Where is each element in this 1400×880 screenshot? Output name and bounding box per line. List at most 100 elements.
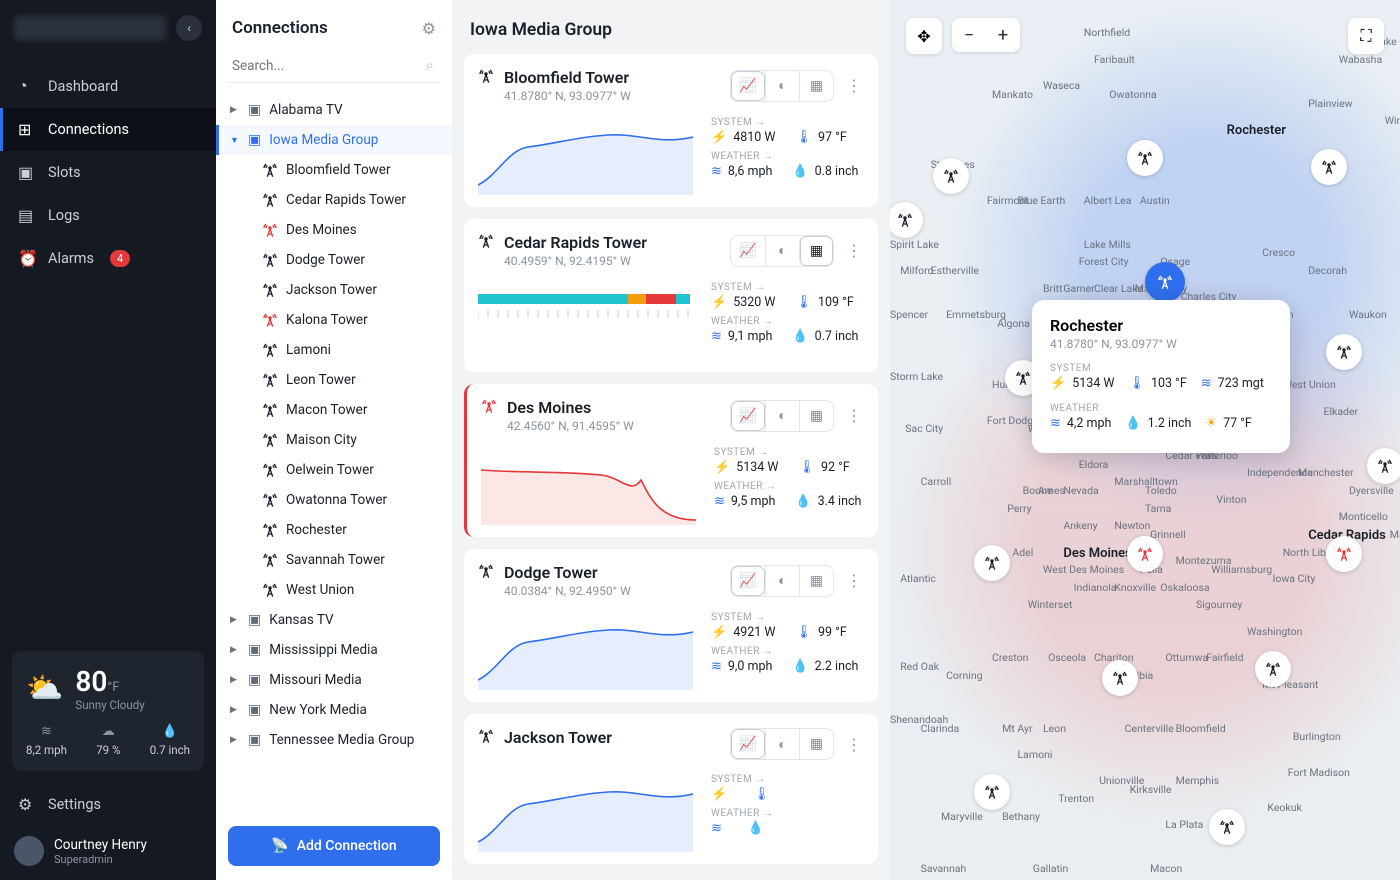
- map-pin[interactable]: [1127, 140, 1163, 176]
- view-line-button[interactable]: 📈: [731, 71, 765, 101]
- map-pin[interactable]: [1127, 536, 1163, 572]
- map-pin[interactable]: [1209, 809, 1245, 845]
- tower-row[interactable]: Des Moines: [216, 215, 452, 245]
- card-more-button[interactable]: ⋮: [844, 571, 864, 590]
- tower-name: Leon Tower: [286, 372, 356, 388]
- tower-row[interactable]: West Union: [216, 575, 452, 605]
- group-row[interactable]: ▶▣New York Media: [216, 695, 452, 725]
- map-city-label: Winterset: [1028, 598, 1073, 611]
- view-bar-button[interactable]: ▦: [799, 729, 833, 759]
- view-bar-button[interactable]: ▦: [799, 566, 833, 596]
- rain-icon: 💧: [792, 659, 808, 674]
- map-pin[interactable]: [974, 545, 1010, 581]
- tower-icon: [1137, 150, 1153, 166]
- tower-row[interactable]: Owatonna Tower: [216, 485, 452, 515]
- map-pin[interactable]: [1102, 660, 1138, 696]
- filter-icon[interactable]: ⚙: [422, 19, 436, 38]
- tower-icon: [262, 492, 278, 508]
- tower-row[interactable]: Oelwein Tower: [216, 455, 452, 485]
- nav-label: Logs: [48, 207, 80, 224]
- view-bar-button[interactable]: ▦: [799, 401, 833, 431]
- sidebar-item-alarms[interactable]: ⏰Alarms4: [0, 237, 216, 280]
- card-chart: [478, 115, 693, 195]
- map-city-label: Bethany: [1002, 810, 1040, 823]
- group-row[interactable]: ▶▣Mississippi Media: [216, 635, 452, 665]
- view-bar-button[interactable]: ▦: [799, 71, 833, 101]
- group-name: Kansas TV: [269, 612, 333, 628]
- add-connection-button[interactable]: 📡 Add Connection: [228, 826, 440, 866]
- tower-row[interactable]: Bloomfield Tower: [216, 155, 452, 185]
- card-more-button[interactable]: ⋮: [844, 241, 864, 260]
- view-gauge-button[interactable]: ◐: [765, 401, 799, 431]
- rain-icon: 💧: [792, 164, 808, 179]
- map-pan-control[interactable]: ✥: [906, 18, 942, 54]
- tower-row[interactable]: Kalona Tower: [216, 305, 452, 335]
- group-name: Iowa Media Group: [269, 132, 378, 148]
- map-pin[interactable]: [1145, 262, 1185, 302]
- zoom-out-button[interactable]: −: [952, 18, 986, 52]
- group-row[interactable]: ▶▣Missouri Media: [216, 665, 452, 695]
- group-row[interactable]: ▶▣Tennessee Media Group: [216, 725, 452, 755]
- view-bar-button[interactable]: ▦: [799, 236, 833, 266]
- map-fullscreen-button[interactable]: ⛶: [1348, 18, 1384, 54]
- sidebar-item-settings[interactable]: ⚙ Settings: [0, 783, 216, 826]
- view-gauge-button[interactable]: ◐: [765, 566, 799, 596]
- map-pin[interactable]: [1367, 448, 1400, 484]
- card-more-button[interactable]: ⋮: [844, 735, 864, 754]
- tower-row[interactable]: Dodge Tower: [216, 245, 452, 275]
- view-line-button[interactable]: 📈: [731, 236, 765, 266]
- collapse-sidebar-button[interactable]: ‹: [176, 15, 202, 41]
- map-pin[interactable]: [1326, 536, 1362, 572]
- tower-row[interactable]: Lamoni: [216, 335, 452, 365]
- tower-row[interactable]: Maison City: [216, 425, 452, 455]
- card-more-button[interactable]: ⋮: [844, 76, 864, 95]
- tower-row[interactable]: Leon Tower: [216, 365, 452, 395]
- signal-icon: ≋: [1201, 376, 1212, 391]
- sidebar-item-connections[interactable]: ⊞Connections: [0, 108, 216, 151]
- map-city-label: Forest City: [1079, 255, 1129, 268]
- map-city-label: Maquoketa: [1390, 528, 1400, 541]
- sidebar-item-slots[interactable]: ▣Slots: [0, 151, 216, 194]
- map-pin[interactable]: [1311, 149, 1347, 185]
- map-pin[interactable]: [1326, 334, 1362, 370]
- map-city-label: Sigourney: [1196, 598, 1242, 611]
- map-pin[interactable]: [933, 158, 969, 194]
- tower-row[interactable]: Cedar Rapids Tower: [216, 185, 452, 215]
- map-city-label: Eldora: [1079, 458, 1109, 471]
- tower-row[interactable]: Macon Tower: [216, 395, 452, 425]
- user-row[interactable]: Courtney Henry Superadmin: [0, 826, 216, 880]
- nav-label: Alarms: [48, 250, 94, 267]
- sidebar-item-logs[interactable]: ▤Logs: [0, 194, 216, 237]
- view-gauge-button[interactable]: ◐: [765, 729, 799, 759]
- tower-name: Rochester: [286, 522, 347, 538]
- card-title: Bloomfield Tower: [504, 68, 631, 87]
- tower-row[interactable]: Savannah Tower: [216, 545, 452, 575]
- dashboard-icon: ◔: [18, 76, 36, 96]
- group-row[interactable]: ▶▣Alabama TV: [216, 95, 452, 125]
- view-line-button[interactable]: 📈: [731, 401, 765, 431]
- map-panel[interactable]: RochesterMankatoSt JamesFairmontBlue Ear…: [890, 0, 1400, 880]
- group-icon: ▣: [248, 702, 261, 718]
- weather-card: ⛅ 80°F Sunny Cloudy ≋8,2 mph ☁79 % 💧0.7 …: [12, 651, 204, 771]
- search-box: ⌕: [216, 50, 452, 91]
- tower-name: Oelwein Tower: [286, 462, 374, 478]
- tower-row[interactable]: Rochester: [216, 515, 452, 545]
- tower-row[interactable]: Jackson Tower: [216, 275, 452, 305]
- card-more-button[interactable]: ⋮: [844, 406, 864, 425]
- map-city-label: Plainview: [1308, 97, 1352, 110]
- metric-power: 4921 W: [733, 625, 775, 640]
- group-row[interactable]: ▼▣Iowa Media Group: [216, 125, 452, 155]
- view-line-button[interactable]: 📈: [731, 566, 765, 596]
- group-row[interactable]: ▶▣Kansas TV: [216, 605, 452, 635]
- view-line-button[interactable]: 📈: [731, 729, 765, 759]
- map-city-label: Algona: [997, 317, 1030, 330]
- map-city-label: Vinton: [1216, 493, 1246, 506]
- search-input[interactable]: [228, 50, 440, 83]
- map-pin[interactable]: [1255, 651, 1291, 687]
- map-city-label: Unionville: [1099, 774, 1144, 787]
- sidebar-item-dashboard[interactable]: ◔Dashboard: [0, 64, 216, 108]
- zoom-in-button[interactable]: +: [986, 18, 1020, 52]
- view-gauge-button[interactable]: ◐: [765, 71, 799, 101]
- view-gauge-button[interactable]: ◐: [765, 236, 799, 266]
- map-pin[interactable]: [974, 774, 1010, 810]
